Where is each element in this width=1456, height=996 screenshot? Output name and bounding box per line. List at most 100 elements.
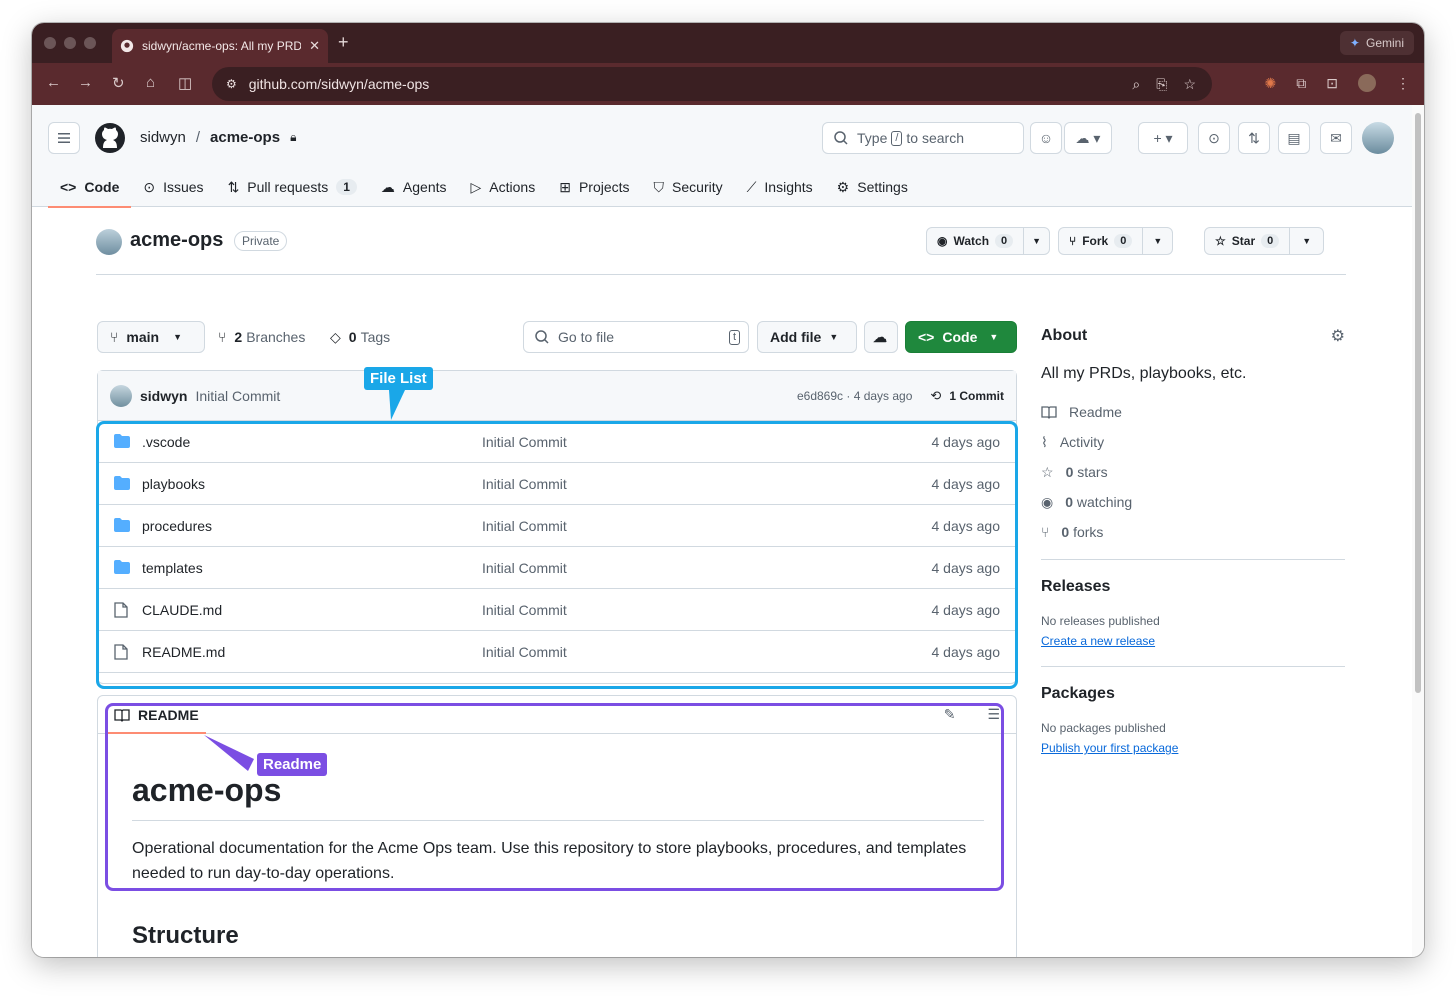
- browser-menu-icon[interactable]: ⋮: [1396, 75, 1410, 92]
- extensions-icon[interactable]: ⧉: [1296, 75, 1306, 92]
- browser-tab[interactable]: sidwyn/acme-ops: All my PRD ✕: [112, 29, 328, 63]
- go-to-file-input[interactable]: Go to file t: [523, 321, 749, 353]
- tab-actions[interactable]: ▷ Actions: [459, 167, 548, 207]
- close-tab-icon[interactable]: ✕: [309, 38, 320, 54]
- tab-projects[interactable]: ⊞ Projects: [547, 167, 641, 207]
- scrollbar-thumb[interactable]: [1415, 113, 1421, 693]
- file-name[interactable]: procedures: [142, 518, 212, 534]
- file-row[interactable]: playbooks Initial Commit 4 days ago: [98, 463, 1016, 505]
- home-icon[interactable]: ⌂: [146, 74, 155, 91]
- tab-security[interactable]: ⛉ Security: [642, 167, 735, 207]
- window-close-button[interactable]: [44, 37, 56, 49]
- gemini-button[interactable]: ✦ Gemini: [1339, 31, 1414, 55]
- side-panel-icon[interactable]: ◫: [178, 74, 192, 92]
- branches-link[interactable]: ⑂ 2 Branches: [218, 321, 305, 353]
- watch-dropdown-icon[interactable]: ▼: [1024, 228, 1049, 254]
- issues-icon[interactable]: ⊙: [1198, 122, 1230, 154]
- file-row[interactable]: CLAUDE.md Initial Commit 4 days ago: [98, 589, 1016, 631]
- readme-link[interactable]: Readme: [1041, 397, 1345, 427]
- readme-tab[interactable]: README ✎ ☰: [98, 696, 1016, 734]
- repo-title[interactable]: acme-ops: [130, 229, 223, 252]
- site-info-icon[interactable]: ⚙: [226, 77, 237, 91]
- create-new-button[interactable]: + ▾: [1138, 122, 1188, 154]
- lock-icon: 🔒︎: [290, 130, 297, 144]
- packages-title[interactable]: Packages: [1041, 685, 1345, 703]
- address-bar[interactable]: ⚙ github.com/sidwyn/acme-ops ⌕ ⎘ ☆: [212, 67, 1212, 101]
- owner-link[interactable]: sidwyn: [140, 129, 186, 146]
- hamburger-menu-icon[interactable]: [48, 122, 80, 154]
- file-commit-message[interactable]: Initial Commit: [482, 518, 567, 534]
- outline-list-icon[interactable]: ☰: [987, 706, 1000, 723]
- global-search-input[interactable]: Type / to search: [822, 122, 1024, 154]
- zoom-icon[interactable]: ⌕: [1132, 76, 1140, 93]
- file-commit-message[interactable]: Initial Commit: [482, 560, 567, 576]
- tags-count: 0: [348, 329, 357, 345]
- new-tab-button[interactable]: +: [338, 32, 349, 53]
- commits-count-link[interactable]: 1 Commit: [949, 389, 1004, 403]
- claude-extension-icon[interactable]: ✺: [1265, 75, 1277, 92]
- file-list: sidwyn Initial Commit e6d869c · 4 days a…: [97, 370, 1017, 684]
- publish-package-link[interactable]: Publish your first package: [1041, 741, 1178, 755]
- tags-link[interactable]: ◇ 0 Tags: [330, 321, 390, 353]
- reload-icon[interactable]: ↻: [112, 74, 125, 92]
- window-zoom-button[interactable]: [84, 37, 96, 49]
- file-name[interactable]: CLAUDE.md: [142, 602, 222, 618]
- fork-dropdown-icon[interactable]: ▼: [1143, 228, 1172, 254]
- tab-projects-label: Projects: [578, 179, 630, 195]
- file-commit-message[interactable]: Initial Commit: [482, 602, 567, 618]
- profile-avatar[interactable]: [1358, 74, 1376, 92]
- create-release-link[interactable]: Create a new release: [1041, 634, 1155, 648]
- file-row[interactable]: .vscode Initial Commit 4 days ago: [98, 421, 1016, 463]
- repo-link[interactable]: acme-ops: [210, 129, 280, 146]
- stars-link[interactable]: ☆ 0 stars: [1041, 457, 1345, 487]
- page-content: sidwyn / acme-ops 🔒︎ Type / to search ☺ …: [32, 105, 1412, 957]
- github-logo-icon[interactable]: [94, 122, 126, 154]
- file-name[interactable]: README.md: [142, 644, 225, 660]
- tab-insights[interactable]: ⟋ Insights: [735, 167, 825, 207]
- user-avatar[interactable]: [1362, 122, 1394, 154]
- tab-agents[interactable]: ☁ Agents: [369, 167, 459, 207]
- watching-link[interactable]: ◉ 0 watching: [1041, 487, 1345, 517]
- file-row[interactable]: README.md Initial Commit 4 days ago: [98, 631, 1016, 673]
- repositories-icon[interactable]: ▤: [1278, 122, 1310, 154]
- file-name[interactable]: .vscode: [142, 434, 190, 450]
- tab-issues[interactable]: ⊙ Issues: [131, 167, 215, 207]
- file-row[interactable]: procedures Initial Commit 4 days ago: [98, 505, 1016, 547]
- add-file-button[interactable]: Add file ▼: [757, 321, 857, 353]
- file-name[interactable]: templates: [142, 560, 203, 576]
- star-button[interactable]: ☆ Star 0: [1205, 228, 1291, 254]
- star-dropdown-icon[interactable]: ▼: [1290, 228, 1323, 254]
- back-icon[interactable]: ←: [46, 74, 61, 91]
- branch-select-button[interactable]: ⑂ main ▼: [97, 321, 205, 353]
- file-row[interactable]: templates Initial Commit 4 days ago: [98, 547, 1016, 589]
- page-scrollbar[interactable]: [1412, 105, 1424, 957]
- inbox-icon[interactable]: ✉: [1320, 122, 1352, 154]
- tab-code[interactable]: <> Code: [48, 167, 132, 208]
- tab-settings[interactable]: ⚙ Settings: [825, 167, 920, 207]
- tab-pull-requests[interactable]: ⇅ Pull requests 1: [216, 167, 369, 207]
- copilot-icon[interactable]: ☺: [1030, 122, 1062, 154]
- copilot-menu-button[interactable]: ☁ ▾: [1064, 122, 1112, 154]
- file-commit-message[interactable]: Initial Commit: [482, 434, 567, 450]
- file-commit-message[interactable]: Initial Commit: [482, 476, 567, 492]
- file-commit-message[interactable]: Initial Commit: [482, 644, 567, 660]
- forward-icon[interactable]: →: [78, 74, 93, 91]
- commit-message[interactable]: Initial Commit: [195, 388, 280, 404]
- install-icon[interactable]: ⎘: [1156, 76, 1167, 93]
- file-name[interactable]: playbooks: [142, 476, 205, 492]
- commit-hash-info[interactable]: e6d869c · 4 days ago: [797, 389, 912, 403]
- fork-button[interactable]: ⑂ Fork 0: [1059, 228, 1144, 254]
- activity-link[interactable]: ⌇ Activity: [1041, 427, 1345, 457]
- gear-icon[interactable]: ⚙: [1331, 326, 1345, 346]
- watch-button[interactable]: ◉ Watch 0: [927, 228, 1025, 254]
- codespaces-icon[interactable]: ☁: [864, 321, 898, 353]
- tab-search-icon[interactable]: ⊡: [1326, 75, 1338, 92]
- forks-link[interactable]: ⑂ 0 forks: [1041, 517, 1345, 547]
- code-button[interactable]: <> Code ▼: [905, 321, 1017, 353]
- commit-author[interactable]: sidwyn: [140, 388, 187, 404]
- bookmark-star-icon[interactable]: ☆: [1183, 76, 1196, 93]
- edit-pencil-icon[interactable]: ✎: [944, 706, 956, 723]
- window-minimize-button[interactable]: [64, 37, 76, 49]
- pull-requests-icon[interactable]: ⇅: [1238, 122, 1270, 154]
- releases-title[interactable]: Releases: [1041, 578, 1345, 596]
